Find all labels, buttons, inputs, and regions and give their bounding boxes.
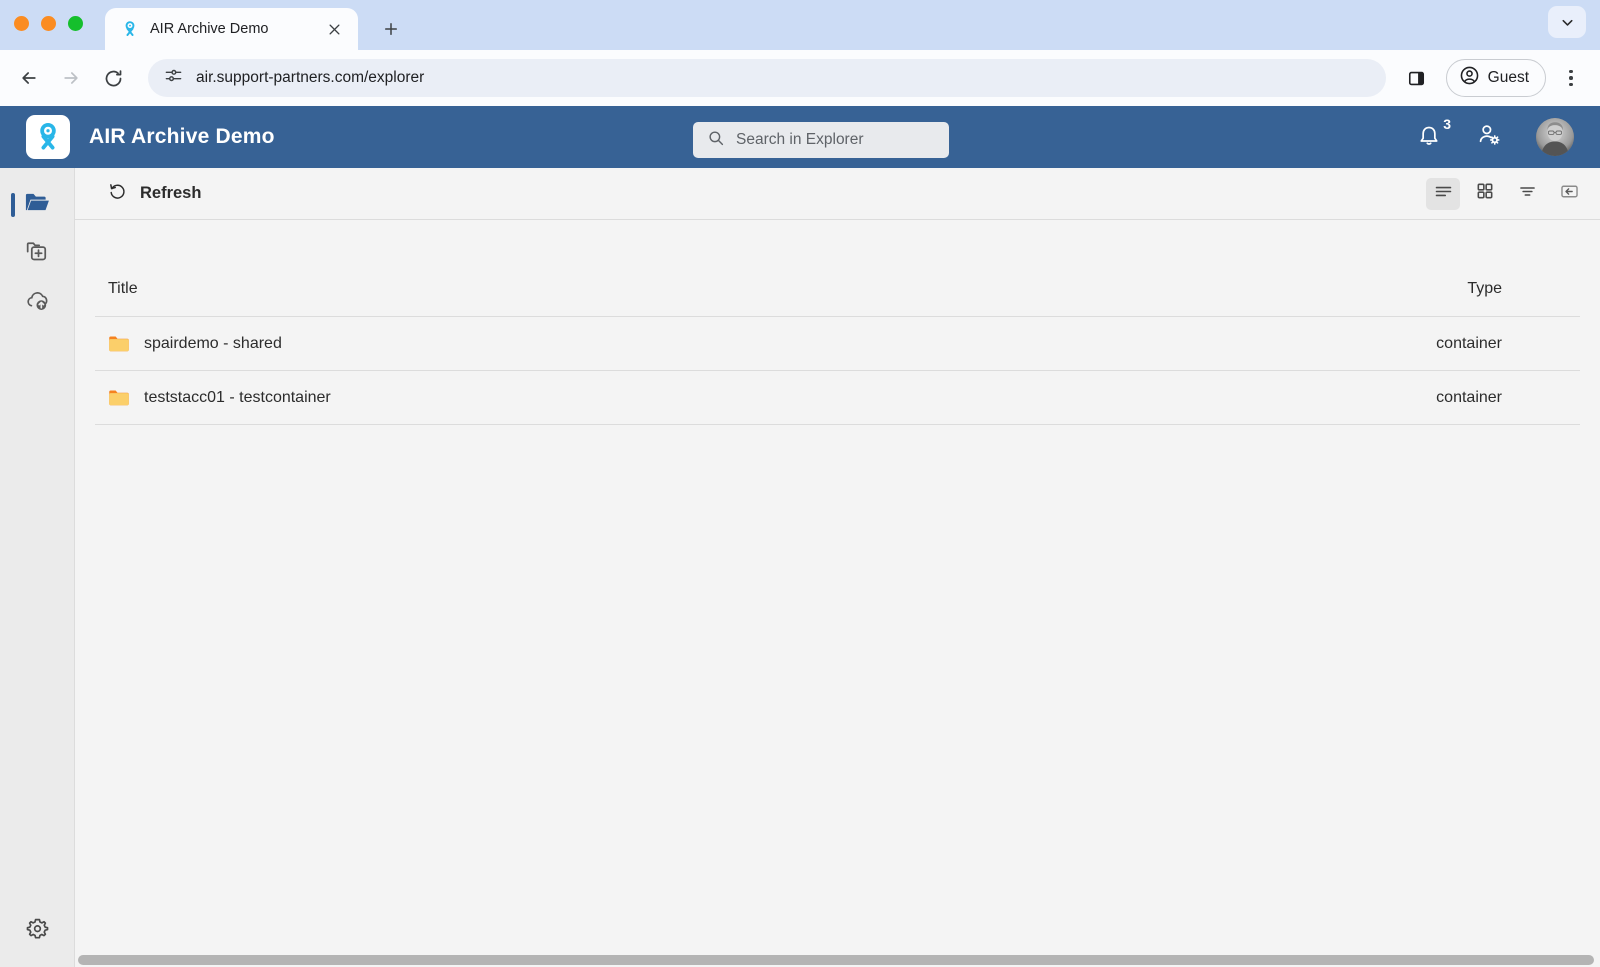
gear-icon (24, 916, 51, 948)
grid-view-button[interactable] (1468, 178, 1502, 210)
user-settings-icon (1479, 124, 1500, 145)
sidebar-item-explorer[interactable] (0, 180, 75, 229)
address-bar[interactable]: air.support-partners.com/explorer (148, 59, 1386, 97)
table-body: spairdemo - shared container teststacc01… (95, 316, 1580, 425)
back-button[interactable] (10, 59, 48, 97)
profile-label: Guest (1487, 69, 1529, 86)
browser-toolbar: air.support-partners.com/explorer Guest (0, 50, 1600, 106)
view-options (1426, 177, 1586, 210)
maximize-window-button[interactable] (68, 15, 83, 31)
app-title: AIR Archive Demo (89, 125, 275, 148)
app-body: Refresh Title Type spairdemo - shared co… (0, 168, 1600, 967)
file-list: Title Type spairdemo - shared container … (75, 220, 1600, 967)
horizontal-scrollbar[interactable] (75, 953, 1600, 967)
app-header: AIR Archive Demo Search in Explorer 3 (0, 106, 1600, 168)
air-logo[interactable] (26, 115, 70, 159)
list-view-icon (1433, 181, 1454, 207)
search-icon (707, 129, 725, 152)
user-settings-button[interactable] (1476, 122, 1502, 153)
user-avatar[interactable] (1536, 118, 1574, 156)
refresh-icon (107, 181, 128, 207)
url-text: air.support-partners.com/explorer (196, 69, 425, 86)
list-view-button[interactable] (1426, 177, 1460, 210)
search-input[interactable]: Search in Explorer (693, 122, 949, 158)
folder-open-icon (23, 188, 51, 221)
table-header-row: Title Type (95, 280, 1580, 317)
cell-title: spairdemo - shared (95, 316, 1018, 371)
reload-button[interactable] (94, 59, 132, 97)
file-table: Title Type spairdemo - shared container … (95, 280, 1580, 425)
grid-view-icon (1475, 181, 1495, 206)
profile-button[interactable]: Guest (1445, 59, 1546, 97)
sidebar-item-upload[interactable] (0, 278, 75, 327)
close-window-button[interactable] (14, 15, 29, 31)
cell-type: container (1017, 316, 1580, 371)
app-root: AIR Archive Demo Search in Explorer 3 Re… (0, 106, 1600, 967)
column-header-type[interactable]: Type (1017, 280, 1580, 317)
table-row[interactable]: teststacc01 - testcontainer container (95, 370, 1580, 425)
sidebar-item-settings[interactable] (0, 897, 75, 967)
side-panel-icon[interactable] (1398, 59, 1436, 97)
minimize-window-button[interactable] (41, 15, 56, 31)
sidebar (0, 168, 75, 967)
refresh-label: Refresh (140, 184, 202, 202)
search-placeholder: Search in Explorer (736, 131, 864, 148)
scrollbar-thumb[interactable] (78, 955, 1594, 965)
notifications-button[interactable]: 3 (1416, 116, 1451, 151)
table-header: Title Type (95, 280, 1580, 317)
cell-title: teststacc01 - testcontainer (95, 370, 1018, 425)
collapse-panel-icon (1559, 181, 1580, 207)
browser-window: AIR Archive Demo air.support-partners.co… (0, 0, 1600, 967)
table-row[interactable]: spairdemo - shared container (95, 316, 1580, 371)
tab-strip: AIR Archive Demo (0, 0, 1600, 50)
sidebar-item-new-archive[interactable] (0, 229, 75, 278)
notification-badge: 3 (1443, 116, 1451, 132)
add-folder-icon (24, 238, 50, 269)
tune-icon[interactable] (164, 66, 183, 90)
tab-title: AIR Archive Demo (150, 21, 269, 37)
app-header-actions: 3 (1416, 106, 1574, 168)
browser-tab[interactable]: AIR Archive Demo (105, 8, 358, 50)
filter-icon (1517, 181, 1538, 207)
folder-icon (108, 388, 130, 407)
close-icon[interactable] (322, 17, 346, 41)
bell-icon (1420, 126, 1438, 145)
collapse-panel-button[interactable] (1552, 178, 1586, 210)
refresh-button[interactable]: Refresh (97, 175, 211, 213)
cell-type: container (1017, 370, 1580, 425)
content-area: Refresh Title Type spairdemo - shared co… (75, 168, 1600, 967)
folder-icon (108, 334, 130, 353)
cloud-upload-icon (24, 287, 51, 319)
column-header-title[interactable]: Title (95, 280, 1018, 317)
row-title: spairdemo - shared (144, 334, 282, 352)
chevron-down-icon[interactable] (1548, 6, 1586, 38)
forward-button[interactable] (52, 59, 90, 97)
air-ribbon-favicon (121, 20, 139, 38)
new-tab-button[interactable] (374, 12, 408, 46)
account-circle-icon (1459, 65, 1480, 91)
filter-button[interactable] (1510, 178, 1544, 210)
three-dot-menu-icon[interactable] (1554, 59, 1588, 97)
content-toolbar: Refresh (75, 168, 1600, 220)
row-title: teststacc01 - testcontainer (144, 388, 331, 406)
window-controls (14, 0, 105, 50)
